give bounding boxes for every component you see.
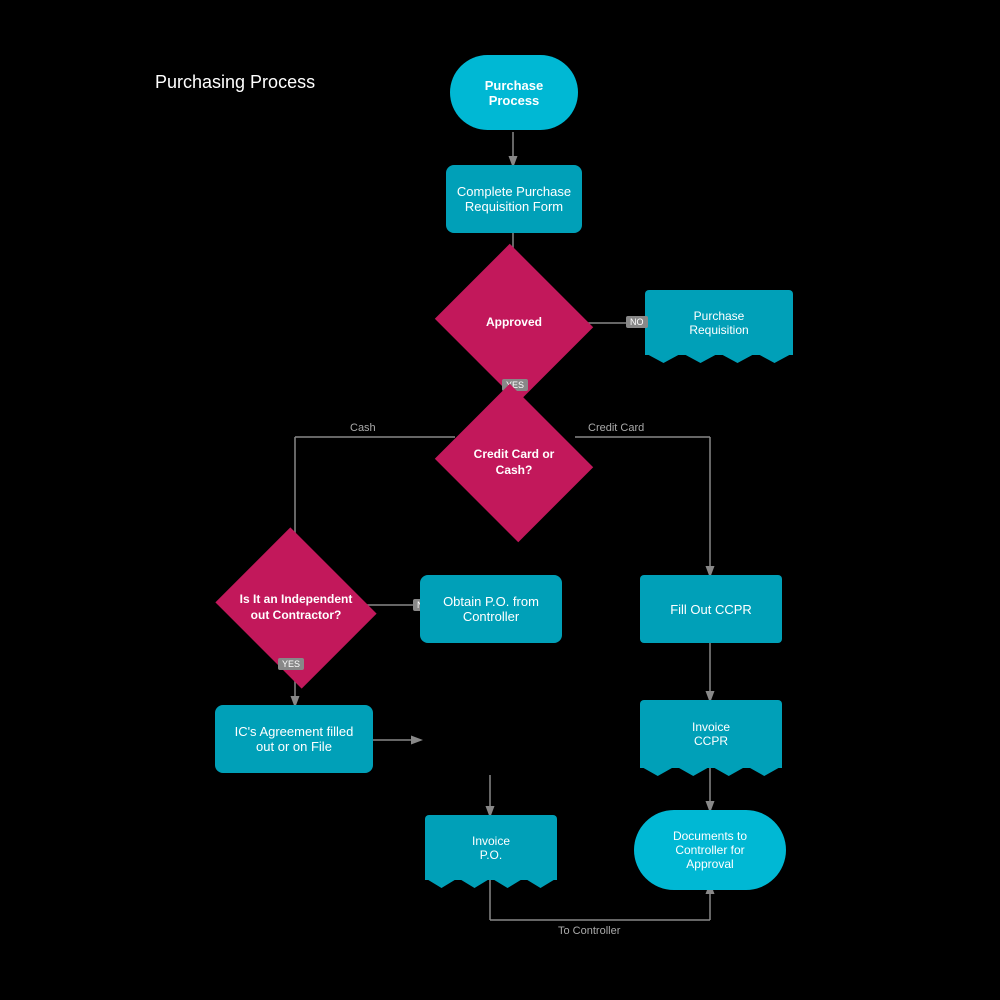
badge-yes2: YES [278,658,304,670]
node-obtain-po: Obtain P.O. from Controller [420,575,562,643]
node-start: Purchase Process [450,55,578,130]
badge-no1: NO [626,316,648,328]
diagram-title: Purchasing Process [155,72,315,93]
node-form: Complete Purchase Requisition Form [446,165,582,233]
node-docs-controller: Documents to Controller for Approval [634,810,786,890]
node-independent: Is It an Independent out Contractor? [235,555,357,661]
node-ic-agreement: IC's Agreement filled out or on File [215,705,373,773]
node-invoice-po: Invoice P.O. [425,815,557,880]
node-approved: Approved [455,270,573,376]
diagram-canvas: Purchasing Process Purchase Process Comp… [0,0,1000,1000]
node-invoice-ccpr: Invoice CCPR [640,700,782,768]
label-cash: Cash [350,422,376,434]
label-credit-card: Credit Card [588,422,644,434]
node-cc-cash: Credit Card or Cash? [455,410,573,516]
node-fill-ccpr: Fill Out CCPR [640,575,782,643]
node-purchase-req: Purchase Requisition [645,290,793,355]
label-to-controller: To Controller [558,925,620,937]
